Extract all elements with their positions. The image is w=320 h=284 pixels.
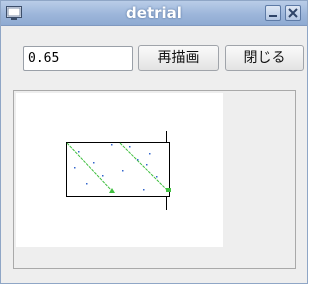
- close-icon: [288, 8, 298, 18]
- diagonal-line-2: [119, 142, 169, 192]
- drawing-area: [13, 90, 296, 269]
- close-window-button[interactable]: [285, 5, 301, 21]
- drawing-canvas: [16, 93, 223, 247]
- plot-dot: [74, 167, 76, 169]
- plot-dot: [156, 176, 158, 178]
- minimize-icon: [269, 15, 277, 17]
- plot-dot: [129, 146, 131, 148]
- window-icon: [6, 5, 22, 20]
- plot-dot: [111, 144, 113, 146]
- close-button[interactable]: 閉じる: [225, 45, 304, 71]
- plot-dot: [137, 159, 139, 161]
- plot-box: [66, 142, 170, 197]
- titlebar[interactable]: detrial: [1, 1, 307, 26]
- value-input[interactable]: [23, 46, 133, 71]
- plot-dot: [149, 153, 151, 155]
- plot-dot: [78, 151, 80, 153]
- minimize-button[interactable]: [265, 5, 281, 21]
- plot-dot: [143, 189, 145, 191]
- app-window: detrial 再描画 閉じる: [0, 0, 308, 284]
- plot-dot: [93, 162, 95, 164]
- window-title: detrial: [126, 4, 182, 22]
- plot-dot: [146, 164, 148, 166]
- diagonal-line-1: [66, 142, 113, 192]
- redraw-button[interactable]: 再描画: [138, 45, 219, 71]
- plot-dot: [86, 183, 88, 185]
- endpoint-marker-2: [166, 188, 171, 192]
- plot-dot: [122, 170, 124, 172]
- plot-drawing: [66, 131, 171, 210]
- plot-dot: [102, 175, 104, 177]
